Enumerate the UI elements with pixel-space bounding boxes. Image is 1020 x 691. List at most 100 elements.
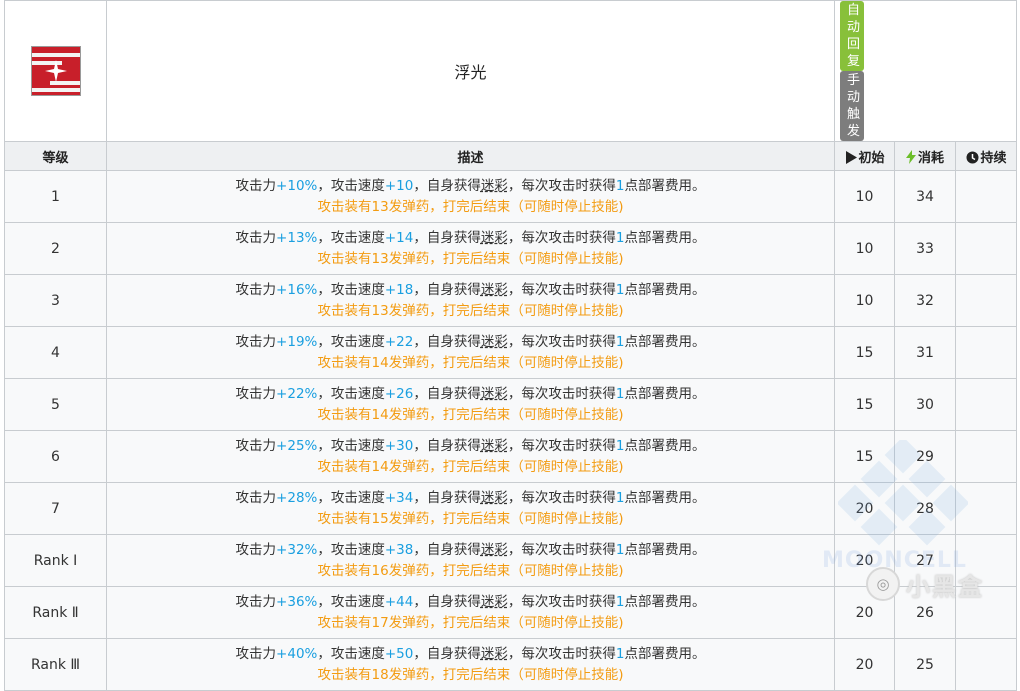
table-row: 5 攻击力+22%，攻击速度+26，自身获得迷彩，每次攻击时获得1点部署费用。 攻击… bbox=[4, 378, 1018, 431]
skill-name: 浮光 bbox=[105, 0, 836, 142]
atk-value: +36% bbox=[276, 593, 318, 610]
atk-label: 攻击力 bbox=[235, 489, 277, 506]
each-attack-text: ，每次攻击时获得 bbox=[507, 541, 616, 558]
atk-value: +40% bbox=[276, 645, 318, 662]
row-desc-line1: 攻击力+32%，攻击速度+38，自身获得迷彩，每次攻击时获得1点部署费用。 bbox=[107, 540, 834, 561]
dp-amount: 1 bbox=[615, 645, 625, 662]
row-cost: 28 bbox=[894, 482, 957, 535]
row-level: 6 bbox=[4, 430, 107, 483]
row-description: 攻击力+22%，攻击速度+26，自身获得迷彩，每次攻击时获得1点部署费用。 攻击装… bbox=[105, 378, 836, 431]
camo-term[interactable]: 迷彩 bbox=[481, 438, 508, 454]
row-desc-line2: 攻击装有13发弹药，打完后结束（可随时停止技能) bbox=[317, 302, 624, 319]
row-initial: 20 bbox=[834, 482, 896, 535]
camo-term[interactable]: 迷彩 bbox=[481, 646, 508, 662]
each-attack-text: ，每次攻击时获得 bbox=[507, 593, 616, 610]
atk-label: 攻击力 bbox=[235, 333, 277, 350]
row-description: 攻击力+32%，攻击速度+38，自身获得迷彩，每次攻击时获得1点部署费用。 攻击装… bbox=[105, 534, 836, 587]
table-header-row: 等级 描述 初始 消耗 持续 bbox=[4, 141, 1018, 171]
camo-term[interactable]: 迷彩 bbox=[481, 230, 508, 246]
aspd-label: ，攻击速度 bbox=[317, 437, 385, 454]
row-desc-line1: 攻击力+36%，攻击速度+44，自身获得迷彩，每次攻击时获得1点部署费用。 bbox=[107, 592, 834, 613]
aspd-value: +22 bbox=[384, 333, 414, 350]
aspd-label: ，攻击速度 bbox=[317, 645, 385, 662]
skill-header-row: 浮光 自动回复手动触发 bbox=[4, 0, 1018, 142]
row-cost: 31 bbox=[894, 326, 957, 379]
row-level: 3 bbox=[4, 274, 107, 327]
camo-term[interactable]: 迷彩 bbox=[481, 334, 508, 350]
dp-text: 点部署费用。 bbox=[624, 385, 706, 402]
row-description: 攻击力+10%，攻击速度+10，自身获得迷彩，每次攻击时获得1点部署费用。 攻击装… bbox=[105, 170, 836, 223]
self-gain-text: ，自身获得 bbox=[413, 437, 481, 454]
camo-term[interactable]: 迷彩 bbox=[481, 594, 508, 610]
row-initial: 15 bbox=[834, 378, 896, 431]
row-description: 攻击力+28%，攻击速度+34，自身获得迷彩，每次攻击时获得1点部署费用。 攻击装… bbox=[105, 482, 836, 535]
row-duration bbox=[955, 170, 1018, 223]
dp-text: 点部署费用。 bbox=[624, 333, 706, 350]
row-desc-line2: 攻击装有15发弹药，打完后结束（可随时停止技能) bbox=[317, 510, 624, 527]
self-gain-text: ，自身获得 bbox=[413, 489, 481, 506]
camo-term[interactable]: 迷彩 bbox=[481, 282, 508, 298]
row-desc-line1: 攻击力+13%，攻击速度+14，自身获得迷彩，每次攻击时获得1点部署费用。 bbox=[107, 228, 834, 249]
row-desc-line1: 攻击力+10%，攻击速度+10，自身获得迷彩，每次攻击时获得1点部署费用。 bbox=[107, 176, 834, 197]
row-desc-line2: 攻击装有18发弹药，打完后结束（可随时停止技能) bbox=[317, 666, 624, 683]
row-duration bbox=[955, 638, 1018, 691]
skill-icon-cell bbox=[4, 0, 107, 142]
self-gain-text: ，自身获得 bbox=[413, 385, 481, 402]
aspd-value: +38 bbox=[384, 541, 414, 558]
atk-value: +32% bbox=[276, 541, 318, 558]
aspd-label: ，攻击速度 bbox=[317, 333, 385, 350]
row-desc-line2: 攻击装有13发弹药，打完后结束（可随时停止技能) bbox=[317, 250, 624, 267]
header-duration-label: 持续 bbox=[980, 150, 1007, 166]
row-duration bbox=[955, 274, 1018, 327]
aspd-value: +14 bbox=[384, 229, 414, 246]
row-initial: 10 bbox=[834, 274, 896, 327]
camo-term[interactable]: 迷彩 bbox=[481, 178, 508, 194]
atk-label: 攻击力 bbox=[235, 593, 277, 610]
aspd-label: ，攻击速度 bbox=[317, 489, 385, 506]
row-cost: 33 bbox=[894, 222, 957, 275]
row-desc-line1: 攻击力+28%，攻击速度+34，自身获得迷彩，每次攻击时获得1点部署费用。 bbox=[107, 488, 834, 509]
camo-term[interactable]: 迷彩 bbox=[481, 386, 508, 402]
aspd-label: ，攻击速度 bbox=[317, 541, 385, 558]
row-desc-line2: 攻击装有14发弹药，打完后结束（可随时停止技能) bbox=[317, 458, 624, 475]
row-description: 攻击力+40%，攻击速度+50，自身获得迷彩，每次攻击时获得1点部署费用。 攻击装… bbox=[105, 638, 836, 691]
row-level: 4 bbox=[4, 326, 107, 379]
manual-trigger-tag: 手动触发 bbox=[840, 71, 865, 141]
row-cost: 34 bbox=[894, 170, 957, 223]
header-desc: 描述 bbox=[105, 141, 836, 171]
camo-term[interactable]: 迷彩 bbox=[481, 542, 508, 558]
aspd-label: ，攻击速度 bbox=[317, 281, 385, 298]
row-initial: 15 bbox=[834, 326, 896, 379]
atk-label: 攻击力 bbox=[235, 541, 277, 558]
row-level: 2 bbox=[4, 222, 107, 275]
row-level: 7 bbox=[4, 482, 107, 535]
row-duration bbox=[955, 482, 1018, 535]
each-attack-text: ，每次攻击时获得 bbox=[507, 333, 616, 350]
table-row: 7 攻击力+28%，攻击速度+34，自身获得迷彩，每次攻击时获得1点部署费用。 攻击… bbox=[4, 482, 1018, 535]
atk-label: 攻击力 bbox=[235, 281, 277, 298]
dp-text: 点部署费用。 bbox=[624, 489, 706, 506]
aspd-value: +34 bbox=[384, 489, 414, 506]
table-row: 4 攻击力+19%，攻击速度+22，自身获得迷彩，每次攻击时获得1点部署费用。 攻击… bbox=[4, 326, 1018, 379]
header-cost-label: 消耗 bbox=[918, 150, 945, 166]
row-level: Rank Ⅲ bbox=[4, 638, 107, 691]
header-initial: 初始 bbox=[834, 141, 896, 171]
self-gain-text: ，自身获得 bbox=[413, 333, 481, 350]
atk-label: 攻击力 bbox=[235, 385, 277, 402]
aspd-label: ，攻击速度 bbox=[317, 593, 385, 610]
camo-term[interactable]: 迷彩 bbox=[481, 490, 508, 506]
row-level: 5 bbox=[4, 378, 107, 431]
auto-recovery-tag: 自动回复 bbox=[840, 1, 865, 71]
self-gain-text: ，自身获得 bbox=[413, 593, 481, 610]
dp-text: 点部署费用。 bbox=[624, 541, 706, 558]
aspd-value: +10 bbox=[384, 177, 414, 194]
aspd-value: +30 bbox=[384, 437, 414, 454]
atk-label: 攻击力 bbox=[235, 177, 277, 194]
skill-tags: 自动回复手动触发 bbox=[834, 0, 1018, 142]
dp-text: 点部署费用。 bbox=[624, 177, 706, 194]
play-icon bbox=[845, 150, 857, 164]
row-desc-line2: 攻击装有14发弹药，打完后结束（可随时停止技能) bbox=[317, 354, 624, 371]
row-level: 1 bbox=[4, 170, 107, 223]
table-row: 1 攻击力+10%，攻击速度+10，自身获得迷彩，每次攻击时获得1点部署费用。 攻击… bbox=[4, 170, 1018, 223]
row-cost: 30 bbox=[894, 378, 957, 431]
